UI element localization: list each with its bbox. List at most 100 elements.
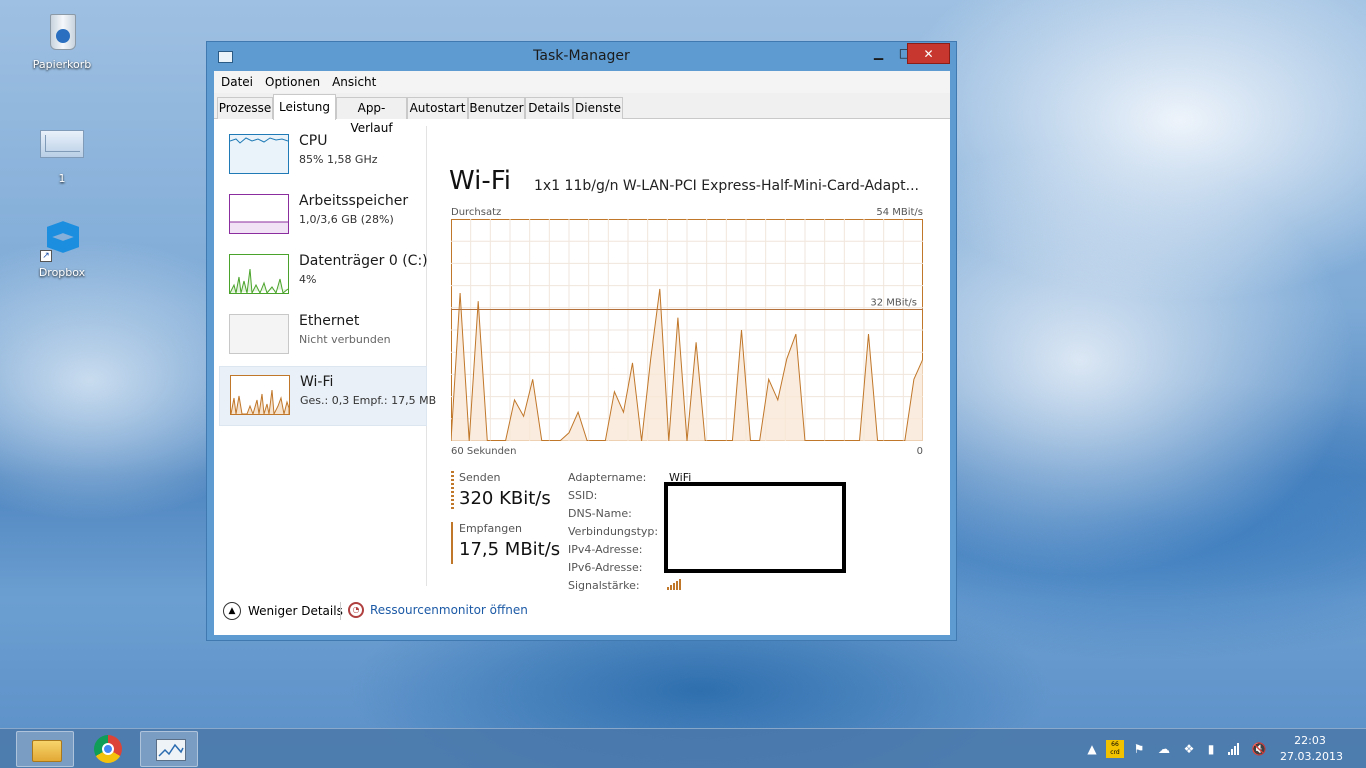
tab-details[interactable]: Details bbox=[525, 97, 573, 119]
title-bar[interactable]: Task-Manager ▁ □ ✕ bbox=[207, 42, 956, 72]
fewer-details-label: Weniger Details bbox=[248, 604, 343, 618]
resource-sidebar: CPU 85% 1,58 GHz Arbeitsspeicher 1,0/3,6… bbox=[219, 126, 436, 586]
dropbox-tray-icon[interactable]: ❖ bbox=[1181, 729, 1197, 768]
desktop-icon-label: Dropbox bbox=[38, 266, 86, 279]
resource-monitor-icon: ◔ bbox=[348, 602, 364, 618]
mid-label: 32 MBit/s bbox=[870, 297, 917, 308]
prop-label-ipv4: IPv4-Adresse: bbox=[568, 543, 643, 556]
recycle-bin-icon bbox=[38, 8, 86, 54]
battery-icon[interactable]: ▮ bbox=[1203, 729, 1219, 768]
taskbar: ▲ 66 crd ⚑ ☁ ❖ ▮ 🔇 22:03 27.03.2013 bbox=[0, 728, 1366, 768]
receive-value: 17,5 MBit/s bbox=[459, 539, 561, 560]
sidebar-item-title: Arbeitsspeicher bbox=[299, 193, 409, 209]
wifi-detail-panel: Wi-Fi 1x1 11b/g/n W-LAN-PCI Express-Half… bbox=[449, 166, 929, 596]
send-indicator bbox=[451, 471, 454, 509]
sidebar-item-value: 4% bbox=[299, 273, 317, 286]
menu-ansicht[interactable]: Ansicht bbox=[332, 75, 376, 89]
shortcut-arrow-icon: ↗ bbox=[40, 250, 52, 262]
adapter-name: 1x1 11b/g/n W-LAN-PCI Express-Half-Mini-… bbox=[534, 178, 919, 194]
tab-autostart[interactable]: Autostart bbox=[407, 97, 468, 119]
wifi-thumbnail bbox=[230, 375, 290, 415]
desktop-icon-label: Papierkorb bbox=[32, 58, 92, 71]
memory-thumbnail-graph bbox=[230, 221, 288, 233]
chrome-icon bbox=[94, 735, 122, 763]
close-button[interactable]: ✕ bbox=[907, 43, 950, 64]
sidebar-item-memory[interactable]: Arbeitsspeicher 1,0/3,6 GB (28%) bbox=[219, 186, 427, 246]
clock-date[interactable]: 27.03.2013 bbox=[1280, 750, 1343, 763]
tray-badge-text: 66 crd bbox=[1106, 740, 1124, 758]
resource-monitor-label: Ressourcenmonitor öffnen bbox=[370, 603, 528, 617]
menu-optionen[interactable]: Optionen bbox=[265, 75, 320, 89]
show-hidden-icons-button[interactable]: ▲ bbox=[1085, 729, 1099, 768]
x-axis-right-label: 0 bbox=[916, 446, 923, 457]
desktop-icon-recycle-bin[interactable]: Papierkorb bbox=[22, 8, 102, 71]
sidebar-item-value: 85% 1,58 GHz bbox=[299, 153, 378, 166]
prop-label-ssid: SSID: bbox=[568, 489, 598, 502]
sidebar-item-value: 1,0/3,6 GB (28%) bbox=[299, 213, 394, 226]
memory-thumbnail bbox=[229, 194, 289, 234]
cpu-thumbnail-graph bbox=[230, 137, 288, 144]
prop-label-adapter: Adaptername: bbox=[568, 471, 647, 484]
receive-indicator bbox=[451, 522, 453, 564]
sidebar-item-ethernet[interactable]: Ethernet Nicht verbunden bbox=[219, 306, 427, 366]
send-label: Senden bbox=[459, 471, 501, 484]
sidebar-item-wifi[interactable]: Wi-Fi Ges.: 0,3 Empf.: 17,5 MB bbox=[219, 366, 436, 426]
detail-heading: Wi-Fi bbox=[449, 166, 512, 196]
fewer-details-button[interactable]: ▲ Weniger Details bbox=[223, 602, 343, 620]
taskbar-file-explorer[interactable] bbox=[16, 731, 74, 767]
footer-separator bbox=[340, 602, 341, 620]
dropbox-icon: ↗ bbox=[38, 216, 86, 262]
menu-bar: Datei Optionen Ansicht bbox=[214, 71, 950, 93]
sidebar-item-value: Nicht verbunden bbox=[299, 333, 391, 346]
prop-label-connection-type: Verbindungstyp: bbox=[568, 525, 659, 538]
prop-label-dns: DNS-Name: bbox=[568, 507, 632, 520]
wifi-thumbnail-graph bbox=[231, 389, 289, 414]
sidebar-item-cpu[interactable]: CPU 85% 1,58 GHz bbox=[219, 126, 427, 186]
cloud-icon[interactable]: ☁ bbox=[1155, 729, 1173, 768]
send-value: 320 KBit/s bbox=[459, 488, 551, 509]
minimize-button[interactable]: ▁ bbox=[865, 43, 892, 64]
tab-prozesse[interactable]: Prozesse bbox=[217, 97, 273, 119]
redaction-box bbox=[664, 482, 846, 573]
resource-monitor-link[interactable]: ◔ Ressourcenmonitor öffnen bbox=[348, 602, 528, 618]
mail-file-icon bbox=[38, 122, 86, 168]
chevron-up-icon: ▲ bbox=[223, 602, 241, 620]
action-center-flag-icon[interactable]: ⚑ bbox=[1131, 729, 1147, 768]
taskbar-task-manager[interactable] bbox=[140, 731, 198, 767]
clock-time[interactable]: 22:03 bbox=[1280, 734, 1340, 747]
graph-max-label: 54 MBit/s bbox=[876, 207, 923, 218]
taskbar-chrome[interactable] bbox=[78, 731, 136, 767]
window-footer: ▲ Weniger Details ◔ Ressourcenmonitor öf… bbox=[214, 591, 950, 635]
window-client: Datei Optionen Ansicht Prozesse Leistung… bbox=[214, 71, 950, 635]
desktop-icon-file[interactable]: 1 bbox=[22, 122, 102, 185]
tab-leistung[interactable]: Leistung bbox=[273, 94, 336, 120]
tab-bar: Prozesse Leistung App-Verlauf Autostart … bbox=[214, 93, 950, 135]
x-axis-left-label: 60 Sekunden bbox=[451, 446, 517, 457]
network-signal-icon[interactable] bbox=[1227, 729, 1243, 768]
task-manager-icon bbox=[156, 739, 186, 761]
desktop-icon-dropbox[interactable]: ↗ Dropbox bbox=[22, 216, 102, 279]
sidebar-item-disk[interactable]: Datenträger 0 (C:) 4% bbox=[219, 246, 428, 306]
file-explorer-icon bbox=[32, 740, 62, 762]
throughput-chart: 32 MBit/s bbox=[451, 219, 923, 441]
receive-label: Empfangen bbox=[459, 522, 522, 535]
task-manager-window: Task-Manager ▁ □ ✕ Datei Optionen Ansich… bbox=[206, 41, 957, 641]
tab-app-verlauf[interactable]: App-Verlauf bbox=[336, 97, 407, 135]
tray-badge-icon[interactable]: 66 crd bbox=[1106, 729, 1124, 768]
tab-dienste[interactable]: Dienste bbox=[573, 97, 623, 119]
sidebar-item-title: Wi-Fi bbox=[300, 374, 334, 390]
signal-strength-icon bbox=[667, 579, 681, 590]
sidebar-item-title: Ethernet bbox=[299, 313, 360, 329]
sidebar-item-title: Datenträger 0 (C:) bbox=[299, 253, 428, 269]
volume-muted-icon[interactable]: 🔇 bbox=[1251, 729, 1267, 768]
disk-thumbnail-graph bbox=[230, 268, 288, 293]
desktop-icon-label: 1 bbox=[58, 172, 66, 185]
ethernet-thumbnail bbox=[229, 314, 289, 354]
sidebar-item-title: CPU bbox=[299, 133, 328, 149]
tab-benutzer[interactable]: Benutzer bbox=[468, 97, 525, 119]
cpu-thumbnail bbox=[229, 134, 289, 174]
graph-title: Durchsatz bbox=[451, 207, 502, 218]
window-title: Task-Manager bbox=[533, 48, 630, 64]
menu-datei[interactable]: Datei bbox=[221, 75, 253, 89]
prop-label-ipv6: IPv6-Adresse: bbox=[568, 561, 643, 574]
